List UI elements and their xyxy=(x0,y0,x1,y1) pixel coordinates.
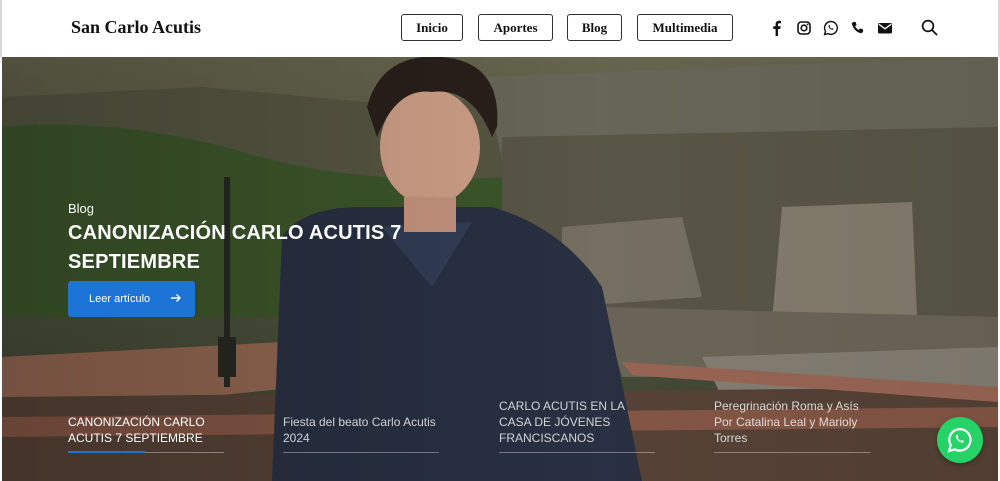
site-brand[interactable]: San Carlo Acutis xyxy=(71,17,201,38)
nav-inicio[interactable]: Inicio xyxy=(401,14,463,41)
hero-category[interactable]: Blog xyxy=(68,201,94,216)
whatsapp-icon[interactable] xyxy=(823,20,839,36)
nav-aportes[interactable]: Aportes xyxy=(478,14,553,41)
slider-tab-label: CARLO ACUTIS EN LA CASA DE JÓVENES FRANC… xyxy=(499,399,625,445)
slider-tab-label: Peregrinación Roma y Asís Por Catalina L… xyxy=(714,399,859,445)
slider-tab-4[interactable]: Peregrinación Roma y Asís Por Catalina L… xyxy=(714,398,870,453)
slider-tab-divider xyxy=(714,452,870,453)
read-article-button[interactable]: Leer artículo xyxy=(68,281,195,317)
slider-tab-3[interactable]: CARLO ACUTIS EN LA CASA DE JÓVENES FRANC… xyxy=(499,398,655,453)
nav-blog[interactable]: Blog xyxy=(567,14,622,41)
site-header: San Carlo Acutis Inicio Aportes Blog Mul… xyxy=(0,0,1000,57)
arrow-right-icon xyxy=(171,294,181,302)
slider-tab-2[interactable]: Fiesta del beato Carlo Acutis 2024 xyxy=(283,414,439,453)
hero-slider: Blog CANONIZACIÓN CARLO ACUTIS 7 SEPTIEM… xyxy=(2,57,998,481)
phone-icon[interactable] xyxy=(850,20,866,36)
read-article-label: Leer artículo xyxy=(89,293,151,305)
instagram-icon[interactable] xyxy=(796,20,812,36)
whatsapp-icon xyxy=(947,427,972,453)
slider-tab-divider xyxy=(283,452,439,453)
search-icon[interactable] xyxy=(921,19,938,36)
slider-tab-divider xyxy=(499,452,655,453)
slider-tab-progress xyxy=(68,451,145,453)
slider-tab-label: Fiesta del beato Carlo Acutis 2024 xyxy=(283,415,436,445)
whatsapp-floating-button[interactable] xyxy=(937,417,983,463)
email-icon[interactable] xyxy=(877,20,893,36)
slider-tab-1[interactable]: CANONIZACIÓN CARLO ACUTIS 7 SEPTIEMBRE xyxy=(68,414,224,453)
slider-tab-label: CANONIZACIÓN CARLO ACUTIS 7 SEPTIEMBRE xyxy=(68,415,205,445)
hero-title: CANONIZACIÓN CARLO ACUTIS 7 SEPTIEMBRE xyxy=(68,222,402,273)
facebook-icon[interactable] xyxy=(769,20,785,36)
nav-multimedia[interactable]: Multimedia xyxy=(637,14,733,41)
